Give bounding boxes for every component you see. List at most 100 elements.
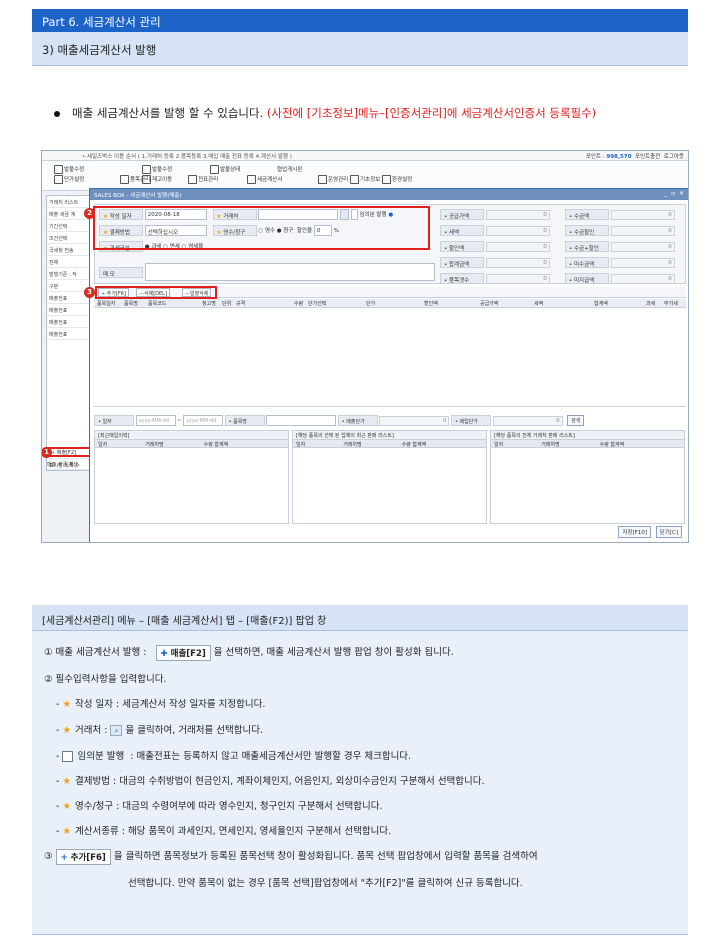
add-f6-pill: + 추가[F6] bbox=[55, 848, 111, 865]
badge-1: 1 bbox=[42, 447, 52, 458]
sum-field: 0 bbox=[610, 225, 675, 236]
grid-buttons-highlight bbox=[95, 286, 217, 299]
logout-button[interactable]: 로그아웃 bbox=[664, 154, 684, 160]
left-button[interactable]: 국세청 전송 bbox=[47, 244, 91, 256]
ribbon-item[interactable]: 발불수정 bbox=[54, 165, 84, 174]
app-screenshot: • 세일즈박스 이용 순서 ( 1.거래처 등록 2.품목등록 3.매입 매출 … bbox=[41, 150, 689, 543]
date-to-input[interactable]: yyyy-MM-dd bbox=[182, 415, 223, 426]
memo-input[interactable] bbox=[144, 263, 435, 281]
ledger-icon bbox=[188, 175, 197, 184]
app-titlebar-text: • 세일즈박스 이용 순서 ( 1.거래처 등록 2.품목등록 3.매입 매출 … bbox=[82, 154, 292, 160]
doc-icon bbox=[142, 175, 151, 184]
ribbon-item[interactable]: 전표관리 bbox=[188, 175, 218, 184]
step-2-date: - ★ 작성 일자 : 세금계산서 작성 일자를 지정합니다. bbox=[56, 699, 266, 710]
step-2-temp: - 임의분 발행 : 매출전표는 등록하지 않고 매출세금계산서만 발행할 경우… bbox=[56, 751, 412, 762]
intro-text: 매출 세금계산서를 발행 할 수 있습니다. bbox=[72, 106, 264, 120]
step-2: ② 필수입력사항을 입력합니다. bbox=[44, 674, 167, 685]
sum-row: • 세액 0 bbox=[440, 225, 550, 237]
intro-note: (사전에 [기초정보]메뉴–[인증서관리]에 세금계산서인증서 등록필수) bbox=[266, 106, 597, 120]
sum-row: • 수금할인 0 bbox=[565, 225, 675, 237]
app-topright: 포인트 : 998,570 포인트충전 로그아웃 bbox=[586, 152, 684, 160]
ribbon-item[interactable]: 재고이동 bbox=[142, 175, 172, 184]
sum-row: • 품목갯수 0 bbox=[440, 273, 550, 285]
step-1: ① 매출 세금계산서 발행 : ✚ 매출[F2] 을 선택하면, 매출 세금계산… bbox=[44, 644, 454, 661]
ribbon-item[interactable]: 운영관리 bbox=[318, 175, 348, 184]
panel-header: 일자 거래처명 수량 합계액 bbox=[491, 440, 684, 448]
required-fields-highlight bbox=[93, 206, 430, 250]
explanation-box: [세금계산서관리] 메뉴 – [매출 세금계산서] 탭 – [매출(F2)] 팝… bbox=[32, 605, 688, 935]
doc-icon bbox=[210, 165, 219, 174]
sum-row: • 미지급액 0 bbox=[565, 273, 675, 285]
item-name-input[interactable] bbox=[266, 415, 337, 426]
invoice-icon bbox=[247, 175, 256, 184]
all-sales-panel: [해당 품목의 전체 거래처 판매 리스트] 일자 거래처명 수량 합계액 bbox=[490, 430, 685, 524]
panel-title: [해당 품목의 선택 된 업체의 최근 판매 리스트] bbox=[293, 431, 486, 440]
sum-field: 0 bbox=[610, 273, 675, 284]
explanation-title: [세금계산서관리] 메뉴 – [매출 세금계산서] 탭 – [매출(F2)] 팝… bbox=[32, 605, 688, 631]
left-row[interactable]: 매출전표 bbox=[47, 328, 91, 340]
left-button[interactable]: 전체 bbox=[47, 256, 91, 268]
point-charge-button[interactable]: 포인트충전 bbox=[635, 154, 660, 160]
left-button[interactable]: 기간선택 bbox=[47, 220, 91, 232]
item-grid[interactable] bbox=[94, 308, 686, 407]
left-pane: 거래처 리스트 매출 세금 계 기간선택 조건선택 국세청 전송 전체 발행기준… bbox=[46, 195, 92, 471]
bullet-dot-icon bbox=[54, 110, 60, 117]
doc-icon bbox=[54, 165, 63, 174]
panel-title: [최근매입이력] bbox=[95, 431, 288, 440]
star-icon: ★ bbox=[62, 826, 71, 837]
box-icon bbox=[120, 175, 129, 184]
step-2-vendor: - ★ 거래처 : ⌕ 을 클릭하여, 거래처를 선택합니다. bbox=[56, 725, 263, 736]
chart-icon bbox=[318, 175, 327, 184]
panel-header: 일자 거래처명 수량 합계액 bbox=[293, 440, 486, 448]
left-button[interactable]: 조건선택 bbox=[47, 232, 91, 244]
sale-price-input[interactable]: 0 bbox=[379, 415, 450, 426]
left-row[interactable]: 매출전표 bbox=[47, 304, 91, 316]
left-label: 발행기준 : 작 bbox=[47, 268, 91, 280]
left-tab[interactable]: 거래처 리스트 bbox=[47, 196, 91, 208]
ribbon-item[interactable]: 세금계산서 bbox=[247, 175, 282, 184]
checkbox-icon bbox=[62, 751, 74, 762]
sum-row: • 공급가액 0 bbox=[440, 209, 550, 221]
intro-bullet: 매출 세금계산서를 발행 할 수 있습니다. (사전에 [기초정보]메뉴–[인증… bbox=[54, 105, 596, 121]
save-button[interactable]: 저장[F10] bbox=[618, 526, 651, 538]
sum-row: • 수금+할인 0 bbox=[565, 241, 675, 253]
ribbon-item[interactable]: 단가설정 bbox=[54, 175, 84, 184]
sum-field: 0 bbox=[485, 225, 550, 236]
bottom-tab[interactable]: 매출 세금 계산 bbox=[47, 461, 78, 468]
sum-field: 0 bbox=[485, 273, 550, 284]
sum-row: • 합계금액 0 bbox=[440, 257, 550, 269]
left-row[interactable]: 매출전표 bbox=[47, 316, 91, 328]
search-button[interactable]: 검색 bbox=[567, 415, 585, 426]
ribbon-item[interactable]: 발불수정 bbox=[142, 165, 172, 174]
step-3: ③ + 추가[F6] 을 클릭하면 품목정보가 등록된 품목선택 창이 활성화됩… bbox=[44, 848, 538, 865]
recent-purchase-panel: [최근매입이력] 일자 거래처명 수량 합계액 bbox=[94, 430, 289, 524]
dialog-window-controls[interactable]: _ ▫ ✕ bbox=[664, 190, 684, 197]
manual-page: Part 6. 세금계산서 관리 3) 매출세금계산서 발행 매출 세금계산서를… bbox=[0, 0, 720, 941]
ribbon-item[interactable]: 협업게시판 bbox=[277, 165, 302, 173]
app-ribbon: 발불수정 단가설정 품목관리 발불수정 재고이동 전표관리 발불상태 세금계산서… bbox=[42, 161, 688, 191]
sum-row: • 미수금액 0 bbox=[565, 257, 675, 269]
points-label: 포인트 : bbox=[585, 154, 605, 160]
ribbon-item[interactable]: 환경설정 bbox=[382, 175, 412, 184]
sum-field: 0 bbox=[485, 209, 550, 220]
filter-row: • 일자 yyyy-MM-dd ~ yyyy-MM-dd • 품목명 • 매출단… bbox=[94, 415, 686, 427]
ribbon-item[interactable]: 발불상태 bbox=[210, 165, 240, 174]
gear-icon bbox=[382, 175, 391, 184]
close-button[interactable]: 닫기[C] bbox=[655, 526, 682, 538]
date-from-input[interactable]: yyyy-MM-dd bbox=[135, 415, 176, 426]
sum-row: • 할인액 0 bbox=[440, 241, 550, 253]
step-3-cont: 선택합니다. 만약 품목이 없는 경우 [품목 선택]팝업창에서 "추가[F2]… bbox=[128, 878, 523, 889]
badge-2: 2 bbox=[84, 208, 95, 219]
row-memo: 메 모 bbox=[99, 263, 435, 281]
doc-icon bbox=[54, 175, 63, 184]
vendor-sales-panel: [해당 품목의 선택 된 업체의 최근 판매 리스트] 일자 거래처명 수량 합계액 bbox=[292, 430, 487, 524]
issue-dialog: SALES BOX - 세금계산서 발행(매출) _ ▫ ✕ ★ 작성 일자 2… bbox=[84, 188, 688, 542]
mae-f2-button[interactable]: + 매출[F2] bbox=[47, 447, 93, 457]
points-value: 998,570 bbox=[606, 154, 632, 160]
step-2-tax: - ★ 계산서종류 : 해당 품목이 과세인지, 면세인지, 영세율인지 구분해서… bbox=[56, 826, 392, 837]
ribbon-item[interactable]: 기초정보 bbox=[350, 175, 380, 184]
sum-field: 0 bbox=[610, 209, 675, 220]
star-icon: ★ bbox=[62, 725, 71, 736]
panel-header: 일자 거래처명 수량 합계액 bbox=[95, 440, 288, 448]
buy-price-input[interactable]: 0 bbox=[492, 415, 563, 426]
